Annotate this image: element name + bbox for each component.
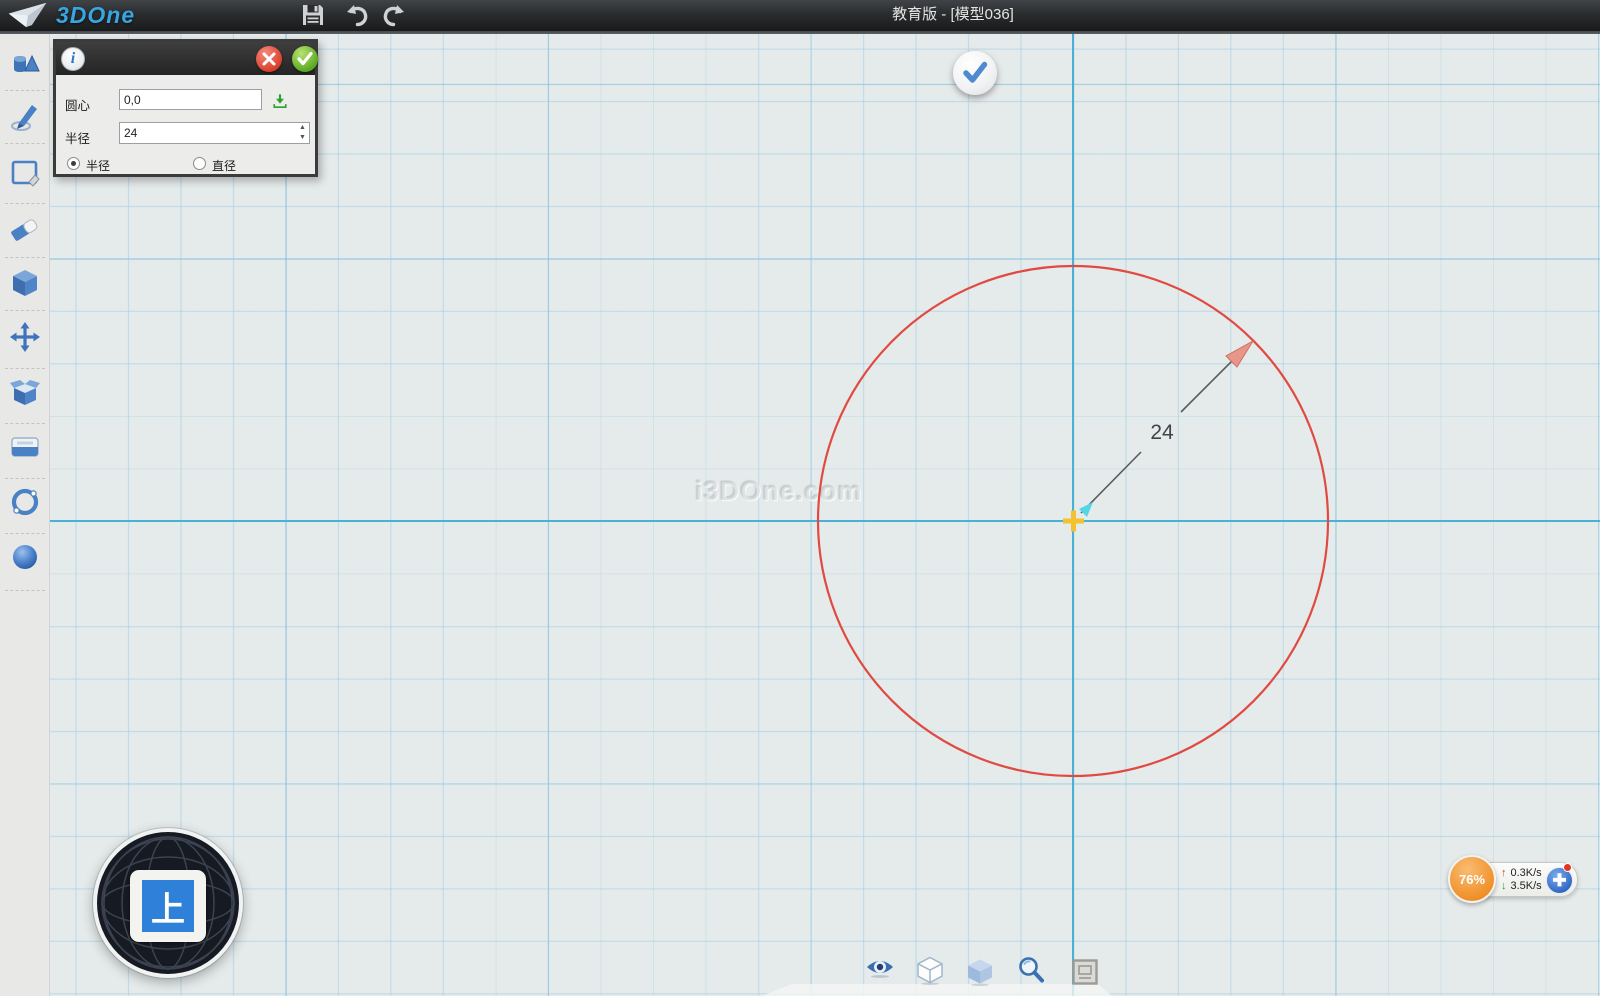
watermark: i3DOne.com [695, 476, 863, 507]
sidebar-divider [5, 368, 45, 369]
combine-box-icon [8, 375, 42, 409]
sidebar-divider [5, 143, 45, 144]
sidebar-divider [5, 533, 45, 534]
feature-cube-icon [8, 266, 42, 300]
visibility-eye-icon [865, 956, 895, 978]
section-icon [8, 430, 42, 464]
sidebar-divider [5, 478, 45, 479]
y-axis-line [1072, 34, 1074, 996]
move-icon [8, 320, 42, 354]
x-axis-line [50, 520, 1600, 522]
download-arrow-icon: ↓ [1501, 880, 1507, 892]
circle-command-dialog: i 圆心 半径 ▲ ▼ [53, 39, 318, 177]
radio-diameter[interactable] [193, 157, 206, 170]
sidebar-divider [5, 203, 45, 204]
pick-point-button[interactable] [272, 93, 288, 109]
plus-icon: ✚ [1552, 871, 1566, 891]
sidebar-tool-combine[interactable] [8, 375, 42, 409]
app-name: 3DOne [56, 2, 135, 29]
view-cube-face-label[interactable]: 上 [142, 880, 194, 932]
zoom-button[interactable] [1016, 955, 1046, 985]
wireframe-mode-button[interactable] [915, 955, 945, 985]
title-bar-edge [0, 31, 1600, 34]
radius-field-label: 半径 [65, 128, 90, 147]
close-icon [262, 52, 276, 66]
material-sphere-icon [8, 540, 42, 574]
view-cube[interactable]: 上 [93, 828, 243, 978]
sidebar-divider [5, 310, 45, 311]
undo-icon [345, 3, 369, 27]
pattern-ring-icon [8, 485, 42, 519]
save-icon [301, 3, 325, 27]
blue-check-icon [962, 61, 988, 85]
radius-stepper[interactable]: ▲ ▼ [296, 123, 309, 143]
app-window: i3DOne.com 24 3DOne [0, 0, 1600, 996]
confirm-button[interactable] [292, 46, 318, 72]
fit-view-icon [1070, 957, 1100, 987]
view-cube-face[interactable]: 上 [130, 870, 206, 942]
shaded-mode-button[interactable] [965, 956, 995, 986]
sidebar-tool-pattern[interactable] [8, 485, 42, 519]
radio-radius-label[interactable]: 半径 [86, 157, 110, 174]
modeling-canvas[interactable]: i3DOne.com [50, 34, 1600, 996]
sidebar-divider [5, 590, 45, 591]
download-speed: 3.5K/s [1511, 880, 1542, 892]
sidebar-tool-section[interactable] [8, 430, 42, 464]
sidebar-tool-move[interactable] [8, 320, 42, 354]
sidebar-divider [5, 423, 45, 424]
progress-percent-badge[interactable]: 76% [1448, 855, 1496, 903]
redo-icon [382, 3, 406, 27]
check-icon [297, 52, 313, 66]
shaded-cube-icon [965, 956, 995, 986]
stepper-up-icon[interactable]: ▲ [299, 125, 306, 131]
sidebar-tool-primitives[interactable] [8, 47, 42, 81]
dialog-header[interactable]: i [56, 42, 315, 75]
sidebar-tool-material[interactable] [8, 540, 42, 574]
primitives-icon [8, 47, 42, 81]
sidebar-divider [5, 90, 45, 91]
tool-sidebar [0, 34, 50, 996]
info-icon: i [61, 47, 85, 71]
fit-view-button[interactable] [1070, 957, 1100, 987]
paper-plane-icon [6, 1, 50, 30]
center-field-label: 圆心 [65, 95, 90, 114]
redo-button[interactable] [382, 3, 406, 27]
sketch-pen-icon [8, 100, 42, 134]
stepper-down-icon[interactable]: ▼ [299, 135, 306, 141]
upload-arrow-icon: ↑ [1501, 867, 1507, 879]
progress-percent: 76% [1459, 872, 1485, 887]
app-logo: 3DOne [6, 1, 135, 30]
eraser-icon [8, 212, 42, 246]
upload-speed: 0.3K/s [1511, 867, 1542, 879]
radio-diameter-label[interactable]: 直径 [212, 157, 236, 174]
accept-sketch-button[interactable] [953, 51, 997, 95]
sketch-plane-icon [8, 156, 42, 190]
sidebar-divider [5, 257, 45, 258]
title-bar: 3DOne 教育版 - [模型036] [0, 0, 1600, 31]
center-input[interactable] [119, 89, 262, 110]
cancel-button[interactable] [256, 46, 282, 72]
sidebar-tool-sketch-plane[interactable] [8, 156, 42, 190]
wireframe-cube-icon [915, 955, 945, 985]
save-button[interactable] [301, 3, 325, 27]
collapsed-panel-edge[interactable] [762, 984, 1112, 996]
sidebar-tool-features[interactable] [8, 266, 42, 300]
undo-button[interactable] [345, 3, 369, 27]
radio-radius[interactable] [67, 157, 80, 170]
pick-point-icon [272, 93, 288, 109]
sidebar-tool-eraser[interactable] [8, 212, 42, 246]
window-title: 教育版 - [模型036] [753, 0, 1153, 31]
zoom-icon [1016, 955, 1046, 985]
radius-input[interactable] [119, 122, 310, 144]
visibility-button[interactable] [865, 956, 895, 986]
notification-dot [1563, 863, 1572, 872]
sidebar-tool-sketch-pen[interactable] [8, 100, 42, 134]
